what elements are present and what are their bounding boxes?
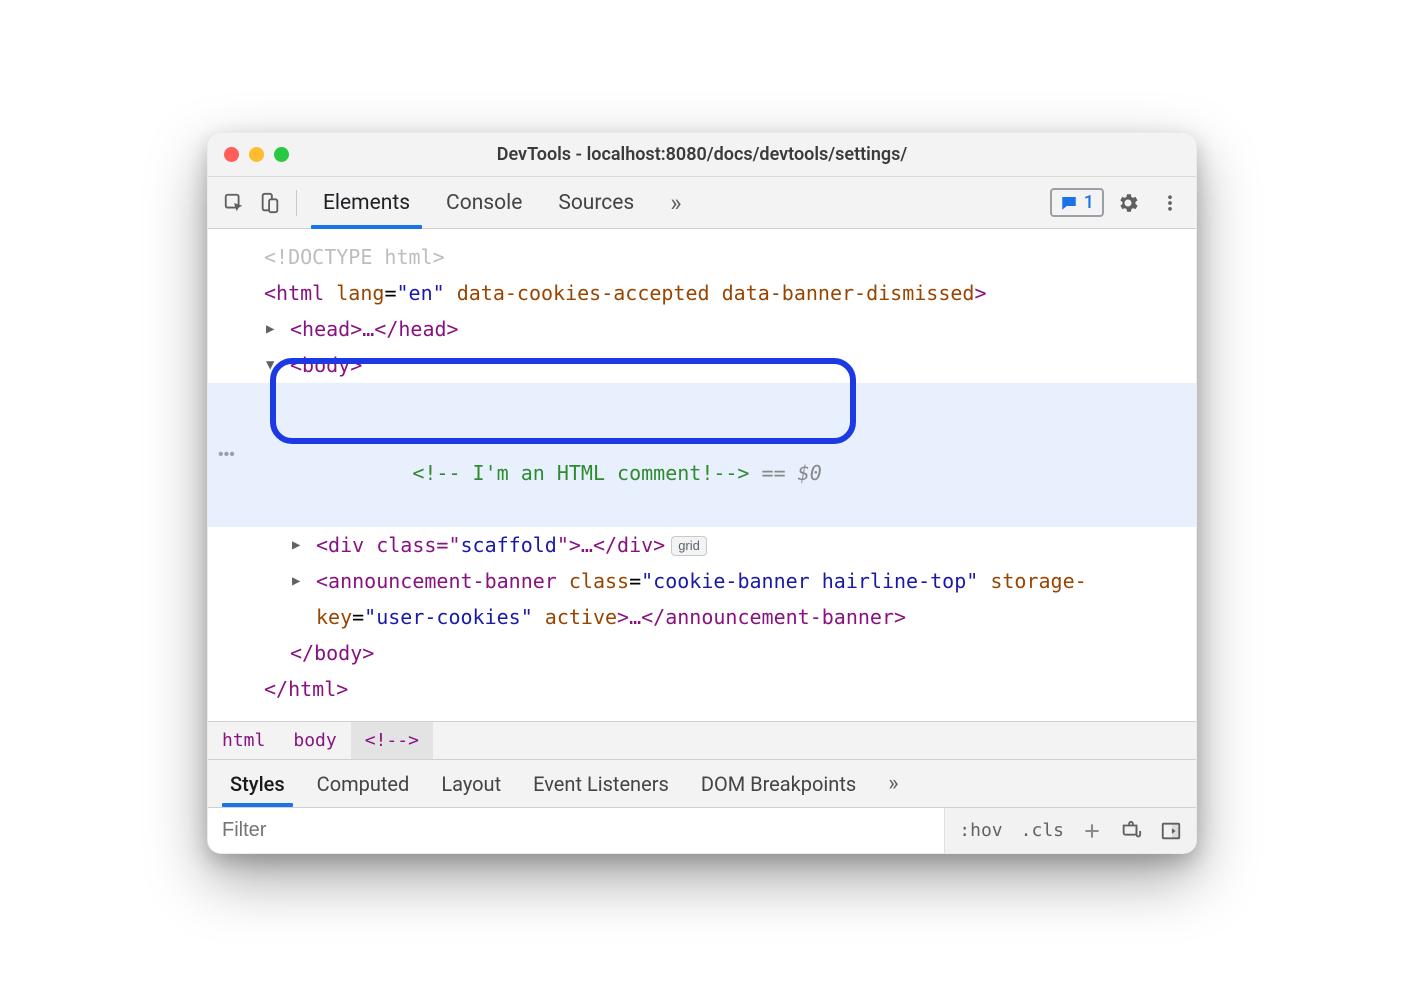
tab-sources[interactable]: Sources bbox=[540, 177, 652, 228]
breadcrumb: html body <!--> bbox=[208, 721, 1196, 759]
dom-head[interactable]: ▶<head>…</head> bbox=[208, 311, 1196, 347]
subtab-layout[interactable]: Layout bbox=[425, 760, 517, 807]
minimize-window-button[interactable] bbox=[249, 147, 264, 162]
filter-input[interactable] bbox=[208, 819, 944, 842]
main-toolbar: Elements Console Sources » 1 bbox=[208, 177, 1196, 229]
subtabs-overflow[interactable]: » bbox=[880, 771, 906, 796]
dom-announcement-banner[interactable]: ▶<announcement-banner class="cookie-bann… bbox=[208, 563, 1196, 635]
paint-bucket-icon[interactable] bbox=[1116, 820, 1146, 842]
fullscreen-window-button[interactable] bbox=[274, 147, 289, 162]
crumb-body[interactable]: body bbox=[279, 722, 350, 759]
kebab-menu-icon[interactable] bbox=[1152, 185, 1188, 221]
device-toggle-icon[interactable] bbox=[252, 185, 288, 221]
collapse-arrow-icon[interactable]: ▼ bbox=[266, 347, 282, 383]
titlebar: DevTools - localhost:8080/docs/devtools/… bbox=[208, 133, 1196, 177]
styles-subtabs: Styles Computed Layout Event Listeners D… bbox=[208, 759, 1196, 807]
expand-arrow-icon[interactable]: ▶ bbox=[266, 311, 282, 347]
close-window-button[interactable] bbox=[224, 147, 239, 162]
tabs-overflow[interactable]: » bbox=[652, 177, 699, 228]
chat-icon bbox=[1060, 194, 1078, 212]
separator bbox=[296, 190, 297, 216]
dom-comment-selected[interactable]: ••• <!-- I'm an HTML comment!--> == $0 bbox=[208, 383, 1196, 527]
window-title: DevTools - localhost:8080/docs/devtools/… bbox=[208, 144, 1196, 165]
traffic-lights bbox=[208, 147, 289, 162]
messages-button[interactable]: 1 bbox=[1050, 188, 1104, 217]
messages-count: 1 bbox=[1084, 192, 1094, 213]
dom-html-close[interactable]: </html> bbox=[208, 671, 1196, 707]
new-style-rule-icon[interactable] bbox=[1078, 821, 1106, 841]
expand-arrow-icon[interactable]: ▶ bbox=[292, 563, 308, 599]
hov-toggle[interactable]: :hov bbox=[955, 820, 1006, 841]
tab-elements[interactable]: Elements bbox=[305, 177, 428, 228]
devtools-window: DevTools - localhost:8080/docs/devtools/… bbox=[207, 132, 1197, 854]
dom-body-open[interactable]: ▼<body> bbox=[208, 347, 1196, 383]
crumb-comment[interactable]: <!--> bbox=[351, 722, 433, 759]
tab-console[interactable]: Console bbox=[428, 177, 540, 228]
dom-div-scaffold[interactable]: ▶<div class="scaffold">…</div>grid bbox=[208, 527, 1196, 563]
styles-filter-bar: :hov .cls bbox=[208, 807, 1196, 853]
grid-badge[interactable]: grid bbox=[671, 536, 707, 556]
dom-html-open[interactable]: <html lang="en" data-cookies-accepted da… bbox=[208, 275, 1196, 311]
filter-controls: :hov .cls bbox=[944, 808, 1196, 853]
subtab-computed[interactable]: Computed bbox=[301, 760, 426, 807]
gutter-dots-icon[interactable]: ••• bbox=[218, 383, 235, 527]
dom-tree[interactable]: <!DOCTYPE html> <html lang="en" data-coo… bbox=[208, 229, 1196, 721]
inspect-element-icon[interactable] bbox=[216, 185, 252, 221]
expand-arrow-icon[interactable]: ▶ bbox=[292, 527, 308, 563]
subtab-event-listeners[interactable]: Event Listeners bbox=[517, 760, 685, 807]
settings-icon[interactable] bbox=[1110, 185, 1146, 221]
panel-tabs: Elements Console Sources » bbox=[305, 177, 700, 228]
toggle-sidebar-icon[interactable] bbox=[1156, 820, 1186, 842]
dom-doctype[interactable]: <!DOCTYPE html> bbox=[208, 239, 1196, 275]
cls-toggle[interactable]: .cls bbox=[1017, 820, 1068, 841]
dom-body-close[interactable]: </body> bbox=[208, 635, 1196, 671]
subtab-styles[interactable]: Styles bbox=[214, 760, 301, 807]
subtab-dom-breakpoints[interactable]: DOM Breakpoints bbox=[685, 760, 872, 807]
crumb-html[interactable]: html bbox=[208, 722, 279, 759]
